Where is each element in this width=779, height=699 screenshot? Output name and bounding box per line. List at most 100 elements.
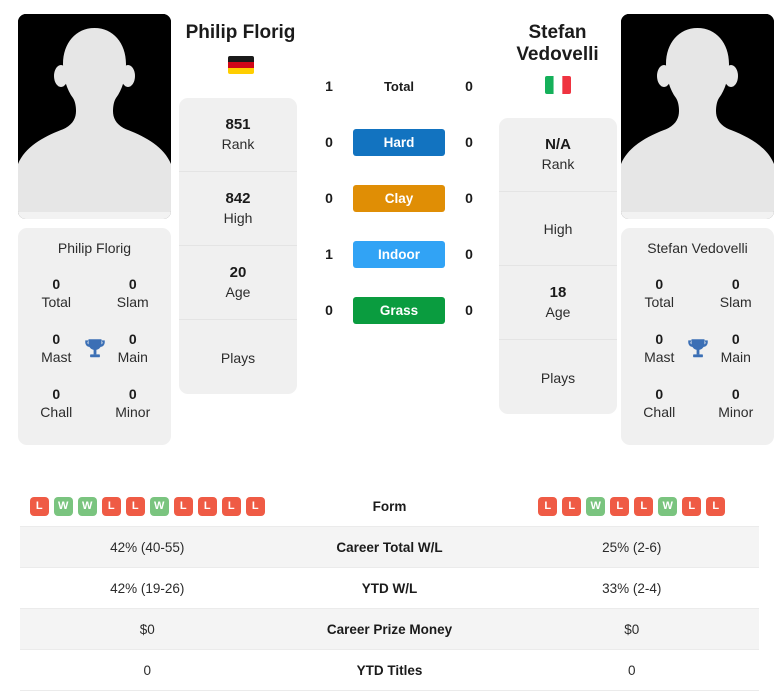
right-titles-mast: 0 Mast xyxy=(621,321,708,376)
surface-badge-indoor[interactable]: Indoor xyxy=(353,240,445,268)
left-titles-main-label: Main xyxy=(117,349,148,366)
right-titles-slam-value: 0 xyxy=(731,276,740,292)
h2h-total-label: Total xyxy=(383,78,415,94)
h2h-hard-left: 0 xyxy=(325,134,333,150)
right-ytd-wl: 33% (2-4) xyxy=(602,580,662,596)
right-rank-card: N/A Rank High 18 Age Plays xyxy=(499,118,617,415)
form-badge-l: L xyxy=(610,496,630,516)
right-form-cell: LLWLLWLL xyxy=(505,496,760,516)
head-to-head-column: 1 Total 0 0 Hard 0 0 Clay 0 1 Indoor 0 0… xyxy=(313,0,485,338)
form-badge-l: L xyxy=(634,496,654,516)
h2h-row-grass: 0 Grass 0 xyxy=(313,282,485,338)
surface-badge-hard[interactable]: Hard xyxy=(353,128,445,156)
left-titles-total: 0 Total xyxy=(18,266,95,321)
left-form-cell: LWWLLWLLLL xyxy=(20,496,275,516)
form-badge-l: L xyxy=(101,496,121,516)
avatar-left xyxy=(18,14,171,219)
h2h-row-total: 1 Total 0 xyxy=(313,58,485,114)
form-badge-l: L xyxy=(682,496,702,516)
right-player-name[interactable]: Stefan Vedovelli xyxy=(495,22,620,66)
left-titles-heading: Philip Florig xyxy=(57,240,132,256)
right-titles-heading: Stefan Vedovelli xyxy=(647,240,748,256)
h2h-row-hard: 0 Hard 0 xyxy=(313,114,485,170)
comparison-stats-table: LWWLLWLLLL Form LLWLLWLL 42% (40-55) Car… xyxy=(20,486,759,691)
right-age-cell: 18 Age xyxy=(499,266,617,341)
form-badge-w: W xyxy=(149,496,169,516)
left-titles-chall-value: 0 xyxy=(52,386,61,403)
left-titles-card: Philip Florig 0 Total 0 Slam 0 Mast 0 Ma… xyxy=(18,228,171,446)
right-titles-minor: 0 Minor xyxy=(698,376,775,431)
right-career-total-wl: 25% (2-6) xyxy=(602,539,662,555)
left-ytd-titles: 0 xyxy=(143,662,151,678)
left-player-info-column: Philip Florig 851 Rank 842 High 20 Age P… xyxy=(178,0,303,394)
left-flag-wrap xyxy=(178,56,303,80)
left-rank-value: 851 xyxy=(225,116,251,134)
left-titles-main: 0 Main xyxy=(95,321,172,376)
left-rank-label: Rank xyxy=(221,135,255,152)
compare-header: Philip Florig 0 Total 0 Slam 0 Mast 0 Ma… xyxy=(0,0,779,475)
left-titles-slam-value: 0 xyxy=(128,276,137,292)
row-label-career-prize-money: Career Prize Money xyxy=(326,621,453,637)
avatar-right xyxy=(621,14,774,219)
table-row-career-total-wl: 42% (40-55) Career Total W/L 25% (2-6) xyxy=(20,527,759,568)
right-titles-minor-value: 0 xyxy=(731,386,740,403)
right-titles-grid: 0 Total 0 Slam 0 Mast 0 Main 0 Chall 0 M… xyxy=(621,266,774,431)
left-age-value: 20 xyxy=(229,264,247,282)
right-rank-cell: N/A Rank xyxy=(499,118,617,193)
right-high-cell: High xyxy=(499,192,617,267)
h2h-clay-mid: Clay xyxy=(345,184,453,212)
form-badge-l: L xyxy=(706,496,726,516)
right-flag-wrap xyxy=(495,76,620,100)
h2h-total-right: 0 xyxy=(465,78,473,94)
right-titles-mast-value: 0 xyxy=(655,331,664,348)
right-titles-main: 0 Main xyxy=(698,321,775,376)
left-titles-minor: 0 Minor xyxy=(95,376,172,431)
right-high-label: High xyxy=(543,221,573,238)
right-titles-main-label: Main xyxy=(720,349,751,366)
left-plays-label: Plays xyxy=(220,349,256,366)
row-label-career-total-wl: Career Total W/L xyxy=(336,539,443,555)
form-badge-l: L xyxy=(245,496,265,516)
right-ytd-titles: 0 xyxy=(627,662,636,678)
left-titles-slam-label: Slam xyxy=(116,294,149,311)
h2h-grass-left: 0 xyxy=(325,302,333,318)
left-titles-minor-value: 0 xyxy=(128,386,137,403)
left-titles-main-value: 0 xyxy=(128,331,137,348)
left-high-label: High xyxy=(223,209,253,226)
left-player-avatar-column: Philip Florig 0 Total 0 Slam 0 Mast 0 Ma… xyxy=(0,0,172,446)
form-badge-l: L xyxy=(197,496,217,516)
row-label-ytd-wl: YTD W/L xyxy=(361,580,418,596)
h2h-hard-mid: Hard xyxy=(345,128,453,156)
right-titles-chall-value: 0 xyxy=(655,386,664,403)
h2h-hard-right: 0 xyxy=(465,134,473,150)
left-titles-slam: 0 Slam xyxy=(95,266,172,321)
right-titles-mast-label: Mast xyxy=(644,349,675,366)
right-plays-label: Plays xyxy=(540,369,576,386)
left-player-name[interactable]: Philip Florig xyxy=(178,22,303,46)
h2h-grass-right: 0 xyxy=(465,302,473,318)
right-career-prize-money: $0 xyxy=(624,621,640,637)
form-badge-w: W xyxy=(77,496,97,516)
surface-badge-clay[interactable]: Clay xyxy=(353,184,445,212)
left-titles-chall-label: Chall xyxy=(40,404,73,421)
right-titles-total-label: Total xyxy=(644,294,675,311)
left-rank-cell: 851 Rank xyxy=(179,98,297,172)
left-titles-mast-value: 0 xyxy=(52,331,61,348)
right-player-name-line1: Stefan xyxy=(528,22,587,43)
right-form-badges: LLWLLWLL xyxy=(505,496,760,516)
left-titles-grid: 0 Total 0 Slam 0 Mast 0 Main 0 Chall 0 M… xyxy=(18,266,171,431)
left-titles-minor-label: Minor xyxy=(115,404,151,421)
surface-badge-grass[interactable]: Grass xyxy=(353,296,445,324)
right-rank-value: N/A xyxy=(545,136,571,154)
flag-italy-icon xyxy=(544,76,571,95)
left-career-total-wl: 42% (40-55) xyxy=(110,539,185,555)
form-badge-l: L xyxy=(538,496,558,516)
h2h-indoor-right: 0 xyxy=(465,246,473,262)
left-titles-mast-label: Mast xyxy=(41,349,72,366)
right-titles-chall: 0 Chall xyxy=(621,376,698,431)
right-titles-slam: 0 Slam xyxy=(698,266,775,321)
left-age-label: Age xyxy=(225,283,251,300)
h2h-total-left: 1 xyxy=(325,78,333,94)
right-player-avatar-column: Stefan Vedovelli 0 Total 0 Slam 0 Mast 0… xyxy=(620,0,779,446)
left-age-cell: 20 Age xyxy=(179,246,297,320)
